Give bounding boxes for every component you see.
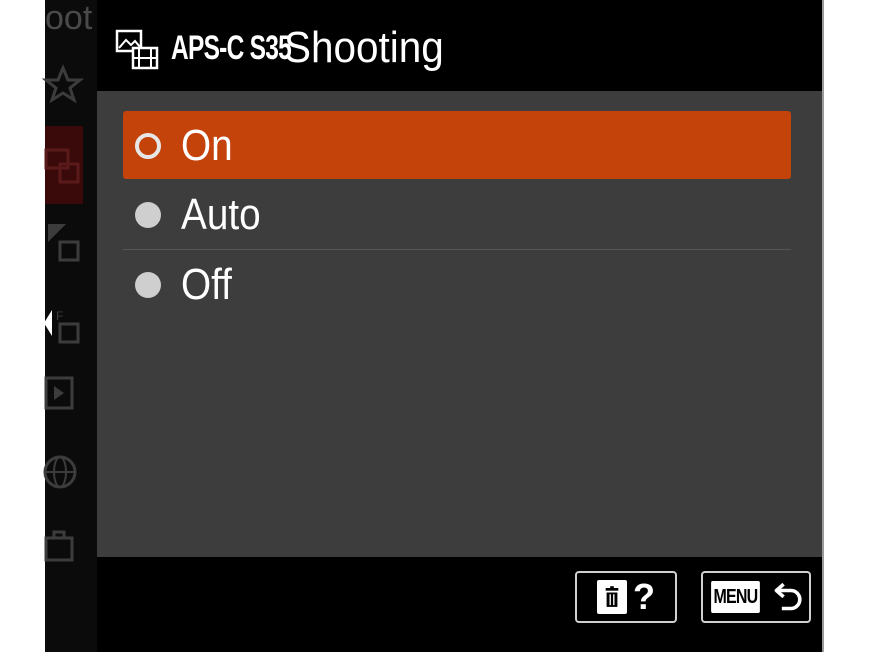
title-prefix: APS-C S35 [171,29,292,67]
dialog-footer: ? MENU [97,557,822,652]
return-arrow-icon [771,577,807,618]
trash-icon [597,580,627,614]
radio-icon [135,202,161,228]
option-auto[interactable]: Auto [123,180,791,248]
radio-icon [135,272,161,298]
focus-movie-icon[interactable]: F [40,300,86,346]
radio-selected-icon [135,133,161,159]
option-label: On [181,121,233,170]
star-icon [40,62,86,108]
option-off[interactable]: Off [123,250,791,318]
background-menu-title: oot [45,0,93,37]
help-label: ? [633,576,655,617]
svg-text:F: F [56,309,63,323]
aps-c-s35-dialog: APS-C S35Shooting On Auto Off ? MENU [97,0,822,652]
options-list: On Auto Off [97,91,822,557]
exposure-movie-icon [40,218,86,264]
option-label: Auto [181,190,261,239]
globe-icon [40,450,86,496]
option-on[interactable]: On [123,111,791,179]
panel-edge [822,0,824,652]
camera-movie-icon [40,140,86,186]
toolbox-icon [40,524,86,570]
option-label: Off [181,260,232,309]
help-button[interactable]: ? [575,571,677,623]
menu-label: MENU [710,581,760,613]
page-title: APS-C S35Shooting [171,22,458,74]
photo-movie-icon [115,28,161,70]
playback-icon [40,372,86,418]
back-button[interactable]: MENU [701,571,811,623]
title-word: Shooting [284,23,444,72]
dialog-header: APS-C S35Shooting [97,0,822,91]
